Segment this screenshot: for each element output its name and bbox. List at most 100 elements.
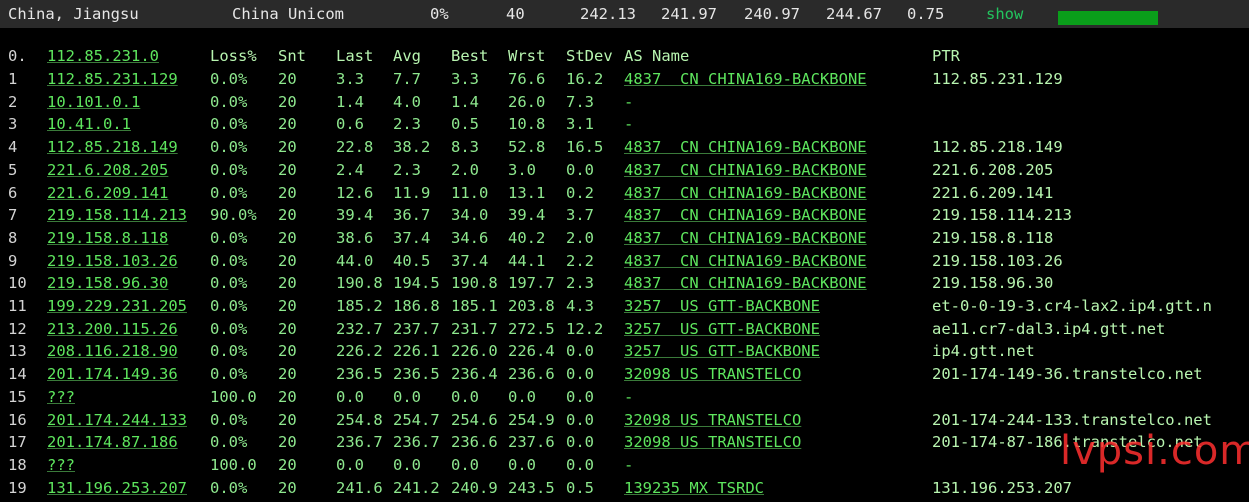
hop-as[interactable]: 3257 US GTT-BACKBONE: [624, 320, 820, 338]
hop-loss: 0.0%: [210, 478, 248, 497]
hop-host[interactable]: 131.196.253.207: [47, 479, 187, 497]
hop-as[interactable]: 32098 US TRANSTELCO: [624, 365, 801, 383]
hop-wrst: 13.1: [508, 183, 546, 202]
hop-host[interactable]: 199.229.231.205: [47, 297, 187, 315]
hop-last: 254.8: [336, 410, 383, 429]
hop-best: 11.0: [451, 183, 489, 202]
hop-as[interactable]: 4837 CN CHINA169-BACKBONE: [624, 274, 867, 292]
show-link[interactable]: show: [986, 5, 1023, 23]
hop-host[interactable]: 219.158.8.118: [47, 229, 168, 247]
hop-last: 190.8: [336, 274, 383, 293]
hop-snt: 20: [278, 160, 297, 179]
hop-snt: 20: [278, 365, 297, 384]
hop-loss: 100.0: [210, 387, 257, 406]
hop-loss: 0.0%: [210, 115, 248, 134]
header-target-host[interactable]: 112.85.231.0: [47, 47, 159, 65]
hop-avg: 4.0: [393, 92, 421, 111]
hop-wrst: 39.4: [508, 206, 546, 225]
hop-stdev: 0.0: [566, 433, 594, 452]
hop-as[interactable]: 4837 CN CHINA169-BACKBONE: [624, 161, 867, 179]
hop-host: ???: [47, 387, 75, 406]
hop-as[interactable]: 4837 CN CHINA169-BACKBONE: [624, 206, 867, 224]
hop-snt: 20: [278, 387, 297, 406]
table-row: 13 208.116.218.90 0.0% 20 226.2 226.1 226.0 226…: [0, 342, 1249, 364]
hop-as[interactable]: 4837 CN CHINA169-BACKBONE: [624, 70, 867, 88]
hop-snt: 20: [278, 138, 297, 157]
hop-as[interactable]: 4837 CN CHINA169-BACKBONE: [624, 184, 867, 202]
hop-ptr: 201-174-244-133.transtelco.net: [932, 410, 1212, 429]
hop-wrst: 203.8: [508, 297, 555, 315]
hop-snt: 20: [278, 92, 297, 111]
hop-as[interactable]: 4837 CN CHINA169-BACKBONE: [624, 229, 867, 247]
hop-as[interactable]: 4837 CN CHINA169-BACKBONE: [624, 138, 867, 156]
hop-ptr: ae11.cr7-dal3.ip4.gtt.net: [932, 319, 1166, 338]
hop-host[interactable]: 201.174.87.186: [47, 433, 178, 451]
hop-host[interactable]: 10.41.0.1: [47, 115, 131, 133]
hop-idx: 10: [8, 274, 27, 293]
hop-host[interactable]: 213.200.115.26: [47, 320, 178, 338]
hop-idx: 8: [8, 228, 18, 247]
hop-idx: 15: [8, 387, 27, 406]
hop-last: 2.4: [336, 160, 364, 179]
hop-as[interactable]: 32098 US TRANSTELCO: [624, 411, 801, 429]
hop-host[interactable]: 201.174.244.133: [47, 411, 187, 429]
hop-wrst: 76.6: [508, 70, 546, 88]
hop-wrst: 272.5: [508, 319, 555, 338]
hop-idx: 6: [8, 183, 18, 202]
hop-loss: 0.0%: [210, 365, 248, 384]
hop-host[interactable]: 208.116.218.90: [47, 342, 178, 360]
hop-idx: 18: [8, 455, 27, 474]
watermark-logo: lvpsi.com: [1060, 428, 1249, 474]
hop-host[interactable]: 221.6.209.141: [47, 184, 168, 202]
hop-avg: 2.3: [393, 160, 421, 179]
hop-last: 0.6: [336, 115, 364, 134]
hop-best: 8.3: [451, 138, 479, 157]
hop-wrst: 0.0: [508, 455, 536, 474]
hop-host[interactable]: 219.158.96.30: [47, 274, 168, 292]
hop-best: 236.4: [451, 365, 498, 384]
summary-loss: 0%: [430, 5, 449, 23]
latency-bar: [1058, 11, 1158, 25]
hop-host: ???: [47, 455, 75, 474]
hop-host[interactable]: 112.85.218.149: [47, 138, 178, 156]
hop-as[interactable]: 4837 CN CHINA169-BACKBONE: [624, 252, 867, 270]
summary-last: 242.13: [580, 5, 636, 23]
hop-host[interactable]: 219.158.114.213: [47, 206, 187, 224]
hop-avg: 38.2: [393, 138, 431, 157]
hop-host[interactable]: 221.6.208.205: [47, 161, 168, 179]
hop-loss: 0.0%: [210, 160, 248, 179]
table-row: 6 221.6.209.141 0.0% 20 12.6 11.9 11.0 13.1 0.2 4…: [0, 184, 1249, 206]
hop-idx: 3: [8, 115, 18, 134]
hop-as[interactable]: 3257 US GTT-BACKBONE: [624, 342, 820, 360]
hop-idx: 4: [8, 138, 18, 157]
hop-avg: 194.5: [393, 274, 440, 293]
header-ptr: PTR: [932, 47, 960, 65]
hop-stdev: 0.0: [566, 365, 594, 384]
hop-host[interactable]: 112.85.231.129: [47, 70, 178, 88]
hop-as: -: [624, 92, 634, 111]
hop-avg: 11.9: [393, 183, 431, 202]
hop-loss: 0.0%: [210, 410, 248, 429]
hop-idx: 12: [8, 319, 27, 338]
hop-host[interactable]: 219.158.103.26: [47, 252, 178, 270]
hop-wrst: 237.6: [508, 433, 555, 452]
summary-best: 240.97: [744, 5, 800, 23]
hop-ptr: 201-174-149-36.transtelco.net: [932, 365, 1203, 384]
hop-as[interactable]: 3257 US GTT-BACKBONE: [624, 297, 820, 315]
hop-last: 1.4: [336, 92, 364, 111]
hop-best: 254.6: [451, 410, 498, 429]
hop-ptr: et-0-0-19-3.cr4-lax2.ip4.gtt.n: [932, 297, 1212, 315]
hop-last: 0.0: [336, 387, 364, 406]
hop-as[interactable]: 32098 US TRANSTELCO: [624, 433, 801, 451]
hop-as: -: [624, 115, 634, 134]
hop-wrst: 10.8: [508, 115, 546, 134]
hop-as[interactable]: 139235 MX TSRDC: [624, 479, 764, 497]
hop-host[interactable]: 201.174.149.36: [47, 365, 178, 383]
hop-as: -: [624, 387, 634, 406]
hop-idx: 17: [8, 433, 27, 452]
hop-best: 185.1: [451, 297, 498, 315]
hop-stdev: 0.0: [566, 387, 594, 406]
hop-stdev: 0.0: [566, 160, 594, 179]
hop-host[interactable]: 10.101.0.1: [47, 93, 140, 111]
header-snt: Snt: [278, 47, 306, 65]
